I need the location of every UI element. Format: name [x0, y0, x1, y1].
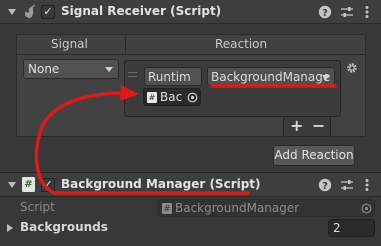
script-field-value: BackgroundManager	[175, 201, 300, 215]
script-label: Script	[20, 200, 55, 214]
function-dropdown[interactable]: BackgroundManage	[207, 67, 335, 86]
script-asset-icon: #	[147, 92, 157, 103]
backgrounds-size-field[interactable]: 2	[328, 219, 375, 237]
more-icon[interactable]	[362, 178, 372, 192]
list-footer: + −	[283, 116, 331, 137]
help-icon[interactable]: ?	[318, 5, 332, 19]
background-manager-header[interactable]: # ✓ Background Manager (Script) ?	[0, 173, 381, 197]
signal-column-header: Signal	[51, 37, 88, 51]
object-reference-value: Bac	[160, 90, 183, 104]
gear-icon[interactable]	[346, 62, 358, 74]
signal-dropdown[interactable]: None	[23, 59, 119, 79]
signal-receiver-header[interactable]: ✓ Signal Receiver (Script) ?	[0, 0, 381, 24]
script-field: # BackgroundManager	[158, 199, 375, 217]
component-title: Signal Receiver (Script)	[61, 4, 222, 18]
column-header-row: Signal Reaction	[16, 34, 366, 55]
target-object-dropdown[interactable]: Runtim	[144, 67, 202, 86]
column-divider	[125, 35, 126, 55]
enabled-checkbox[interactable]: ✓	[41, 178, 55, 192]
add-reaction-button[interactable]: Add Reaction	[273, 145, 355, 166]
svg-text:?: ?	[322, 8, 328, 19]
remove-item-button[interactable]: −	[312, 116, 325, 135]
script-asset-icon: #	[162, 203, 172, 214]
preset-icon[interactable]	[340, 5, 354, 19]
foldout-arrow-icon[interactable]	[8, 9, 16, 15]
backgrounds-label[interactable]: Backgrounds	[20, 220, 108, 234]
reaction-column-header: Reaction	[215, 37, 268, 51]
help-icon[interactable]: ?	[318, 178, 332, 192]
chevron-down-icon	[105, 67, 113, 72]
foldout-arrow-icon[interactable]	[8, 182, 16, 188]
add-item-button[interactable]: +	[290, 116, 303, 135]
signal-receiver-icon	[25, 4, 36, 18]
object-picker-icon[interactable]	[187, 92, 198, 103]
function-dropdown-value: BackgroundManage	[211, 70, 331, 84]
script-component-icon: #	[22, 177, 35, 192]
drag-handle-icon[interactable]	[128, 72, 137, 77]
object-picker-icon	[361, 203, 372, 214]
preset-icon[interactable]	[340, 178, 354, 192]
signal-dropdown-value: None	[28, 62, 60, 76]
target-object-value: Runtim	[148, 70, 191, 84]
svg-text:?: ?	[322, 181, 328, 192]
more-icon[interactable]	[362, 5, 372, 19]
chevron-down-icon	[322, 75, 330, 80]
enabled-checkbox[interactable]: ✓	[41, 5, 55, 19]
component-title: Background Manager (Script)	[61, 177, 261, 191]
object-reference-field[interactable]: # Bac	[143, 88, 201, 106]
foldout-arrow-icon[interactable]	[7, 224, 13, 232]
